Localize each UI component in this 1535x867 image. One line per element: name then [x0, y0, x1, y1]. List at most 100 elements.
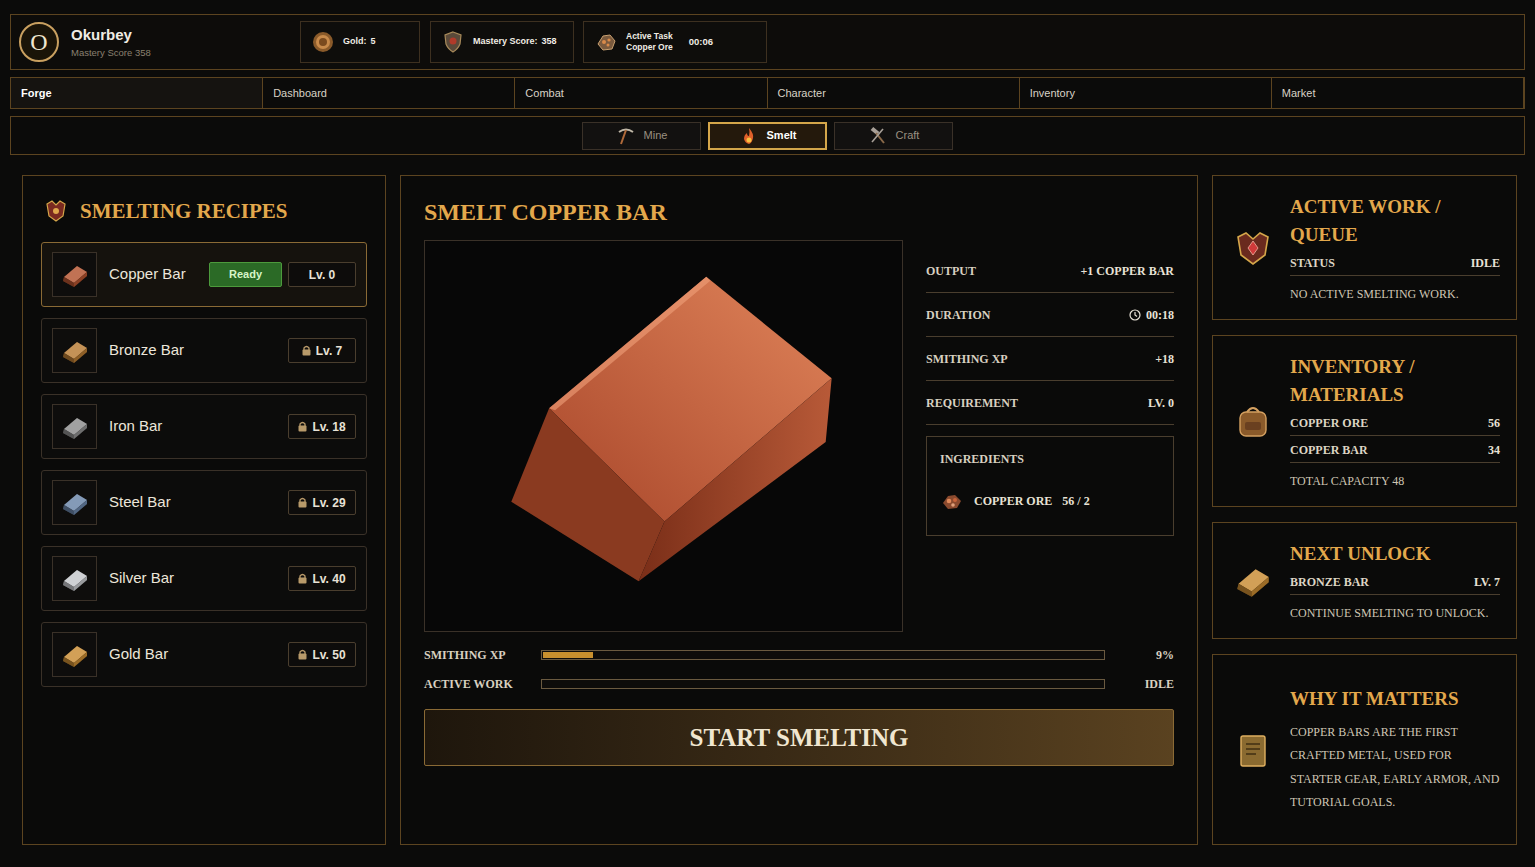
recipe-name: Iron Bar [109, 415, 288, 438]
level-text: Lv. 7 [316, 342, 342, 360]
mastery-shield-icon [441, 30, 465, 54]
nav-tab[interactable]: Dashboard [263, 78, 515, 108]
card-row: BRONZE BAR LV. 7 [1290, 568, 1500, 595]
progress-row: ACTIVE WORKIDLE [424, 677, 1174, 691]
ore-icon [594, 30, 618, 54]
bar-icon [52, 328, 97, 373]
progress-reading: IDLE [1105, 675, 1174, 693]
main-nav: Forge Dashboard Combat CharacterInventory Ma… [10, 77, 1525, 109]
recipe-name: Copper Bar [109, 263, 209, 286]
level-badge: Lv. 0 [288, 262, 356, 287]
nav-tab[interactable]: Market [1272, 78, 1524, 108]
nav-tab[interactable]: Combat [515, 78, 767, 108]
card-row-label: BRONZE BAR [1290, 573, 1369, 591]
card-row-label: STATUS [1290, 254, 1335, 272]
nav-tab[interactable]: Forge [11, 78, 263, 108]
recipe-item[interactable]: Steel Bar Lv. 29 [41, 470, 367, 535]
detail-title: SMELT COPPER BAR [424, 199, 1174, 225]
why-it-matters-card: WHY IT MATTERSCOPPER BARS ARE THE FIRST … [1212, 654, 1517, 845]
recipe-list: Copper BarReadyLv. 0 Bronze Bar Lv. 7 Iron … [41, 242, 367, 687]
recipe-stats: OUTPUT+1 COPPER BARDURATION00:18SMITHING… [926, 240, 1174, 632]
clock-icon [1129, 309, 1141, 321]
card-row-label: COPPER BAR [1290, 441, 1368, 459]
stat-row-label: REQUIREMENT [926, 394, 1018, 412]
recipe-item[interactable]: Bronze Bar Lv. 7 [41, 318, 367, 383]
start-smelting-button[interactable]: START SMELTING [424, 709, 1174, 766]
nav-tab-label: Combat [525, 85, 564, 102]
lock-icon [298, 497, 307, 508]
top-bar: OOkurbeyMastery Score 358Gold:5Mastery S… [10, 14, 1525, 70]
level-badge: Lv. 50 [288, 642, 356, 667]
active-task-label: Active Task [626, 31, 673, 42]
progress-label: SMITHING XP [424, 646, 541, 664]
recipes-crest-icon [43, 198, 69, 224]
recipe-item[interactable]: Copper BarReadyLv. 0 [41, 242, 367, 307]
bar-icon [52, 632, 97, 677]
copper-bar-picture [425, 241, 902, 631]
main-area: SMELTING RECIPES Copper BarReadyLv. 0 Bron… [10, 175, 1525, 845]
card-body: ACTIVE WORK / QUEUESTATUSIDLE NO ACTIVE S… [1290, 193, 1500, 302]
ingredients-title: INGREDIENTS [940, 451, 1160, 467]
fire-icon [739, 126, 759, 146]
backpack-icon [1232, 400, 1274, 442]
recipe-item[interactable]: Gold BarLv. 50 [41, 622, 367, 687]
hammer-icon [868, 126, 888, 146]
progress-track [541, 650, 1105, 660]
stat-row-value: 00:18 [1146, 306, 1174, 324]
ingredient-name: COPPER ORE [974, 492, 1052, 510]
card-title: ACTIVE WORK / QUEUE [1290, 193, 1500, 249]
lock-icon [302, 345, 311, 356]
subtab-label: Craft [896, 127, 920, 144]
card-row-value: 56 [1488, 414, 1500, 432]
recipe-name: Steel Bar [109, 491, 288, 514]
stat-row-value-wrap: +18 [1155, 350, 1174, 368]
detail-body: OUTPUT+1 COPPER BARDURATION00:18SMITHING… [424, 240, 1174, 632]
nav-tab-label: Market [1282, 85, 1316, 102]
bar-icon [52, 556, 97, 601]
nav-tab[interactable]: Inventory [1020, 78, 1272, 108]
recipe-item[interactable]: Silver BarLv. 40 [41, 546, 367, 611]
level-badge: Lv. 29 [288, 490, 356, 515]
stat-row-label: DURATION [926, 306, 990, 324]
level-text: Lv. 0 [309, 266, 335, 284]
player-name: Okurbey [71, 26, 288, 44]
pickaxe-icon [616, 126, 636, 146]
bar-icon [52, 480, 97, 525]
subtab-button[interactable]: Mine [582, 122, 701, 150]
inventory-card: INVENTORY / MATERIALSCOPPER ORE56COPPER … [1212, 335, 1517, 507]
forge-subtabs: MineSmelt Craft [10, 116, 1525, 155]
level-text: Lv. 29 [312, 494, 345, 512]
bronze-bar-icon [1232, 560, 1274, 602]
lock-icon [298, 649, 307, 660]
subtab-button[interactable]: Craft [834, 122, 953, 150]
ingredient-row: COPPER ORE56 / 2 [940, 489, 1160, 513]
bar-icon [52, 404, 97, 449]
subtab-button[interactable]: Smelt [708, 122, 827, 150]
stat-row-value-wrap: 00:18 [1129, 306, 1174, 324]
card-row: STATUSIDLE [1290, 249, 1500, 276]
card-title: NEXT UNLOCK [1290, 540, 1500, 568]
avatar[interactable]: O [19, 22, 59, 62]
active-task-time: 00:06 [689, 35, 713, 49]
bar-icon [52, 252, 97, 297]
recipes-header: SMELTING RECIPES [41, 199, 367, 223]
copper-ore-icon [940, 489, 964, 513]
nav-tab-label: Forge [21, 85, 52, 102]
progress-track [541, 679, 1105, 689]
recipe-item[interactable]: Iron BarLv. 18 [41, 394, 367, 459]
card-note: NO ACTIVE SMELTING WORK. [1290, 286, 1500, 302]
lock-icon [298, 421, 307, 432]
detail-panel: SMELT COPPER BAROUTPUT+1 COPPER BARDURAT… [400, 175, 1198, 845]
stat-label: Mastery Score: [473, 35, 538, 49]
lock-icon [298, 573, 307, 584]
stat-row-value: LV. 0 [1148, 394, 1174, 412]
card-row-value: LV. 7 [1474, 573, 1500, 591]
recipe-name: Bronze Bar [109, 339, 288, 362]
nav-tab[interactable]: Character [768, 78, 1020, 108]
recipe-name: Gold Bar [109, 643, 288, 666]
card-note: COPPER BARS ARE THE FIRST CRAFTED METAL,… [1290, 721, 1500, 815]
copper-bar-image [424, 240, 903, 632]
recipe-name: Silver Bar [109, 567, 288, 590]
stat-row: REQUIREMENT LV. 0 [926, 381, 1174, 425]
progress-section: SMITHING XP9%ACTIVE WORKIDLE [424, 648, 1174, 691]
